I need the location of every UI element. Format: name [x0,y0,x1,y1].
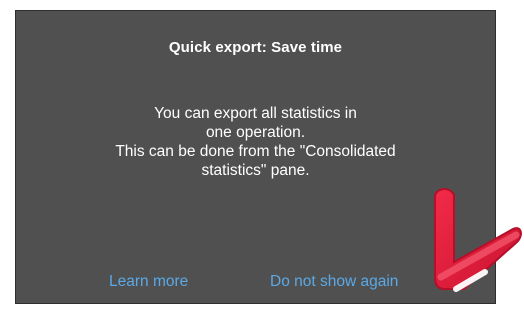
dialog-message: You can export all statistics in one ope… [40,104,471,180]
message-line-2: one operation. [205,124,306,141]
quick-export-dialog: Quick export: Save time You can export a… [15,10,496,304]
dialog-title: Quick export: Save time [168,39,343,56]
do-not-show-again-link[interactable]: Do not show again [270,273,398,291]
screenshot-page: Quick export: Save time You can export a… [0,0,524,311]
message-line-3: This can be done from the "Consolidated [115,143,396,160]
learn-more-link[interactable]: Learn more [109,273,188,291]
dialog-actions: Learn more Do not show again [16,273,495,293]
message-line-4: statistics" pane. [201,162,310,179]
message-line-1: You can export all statistics in [154,105,357,122]
